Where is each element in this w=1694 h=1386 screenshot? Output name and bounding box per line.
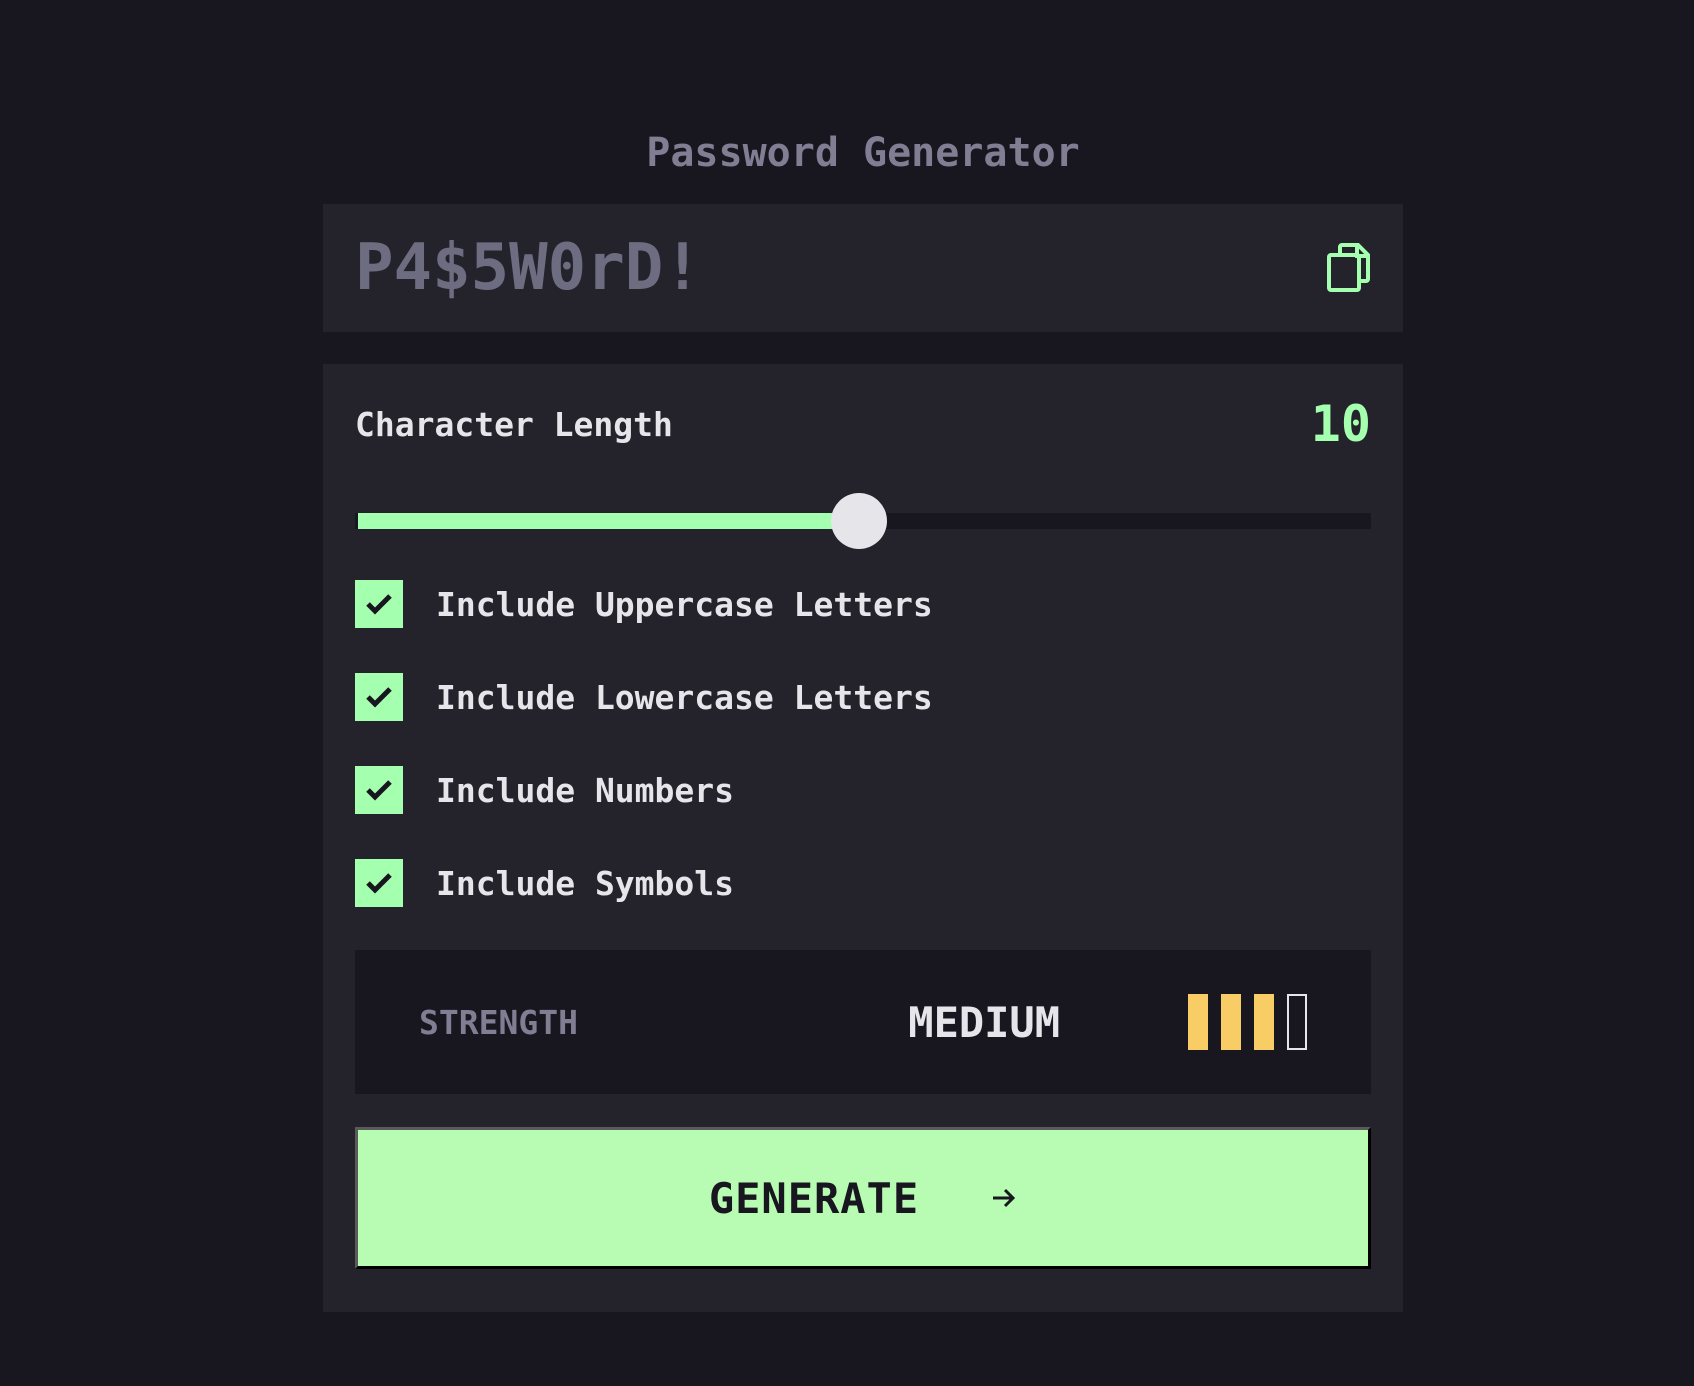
- options-panel: Character Length 10 Include Uppercase Le…: [323, 364, 1403, 1312]
- generate-button[interactable]: GENERATE: [355, 1127, 1371, 1269]
- page-title: Password Generator: [646, 130, 1080, 176]
- option-label: Include Symbols: [436, 863, 735, 903]
- option-symbols[interactable]: Include Symbols: [355, 859, 1371, 907]
- option-label: Include Uppercase Letters: [436, 584, 933, 624]
- checkbox-lowercase[interactable]: [355, 673, 403, 721]
- strength-bars: [1188, 994, 1307, 1050]
- length-label: Character Length: [355, 404, 673, 444]
- slider-thumb[interactable]: [831, 493, 887, 549]
- option-numbers[interactable]: Include Numbers: [355, 766, 1371, 814]
- checkbox-numbers[interactable]: [355, 766, 403, 814]
- option-lowercase[interactable]: Include Lowercase Letters: [355, 673, 1371, 721]
- options-list: Include Uppercase Letters Include Lowerc…: [355, 580, 1371, 907]
- checkbox-uppercase[interactable]: [355, 580, 403, 628]
- length-value: 10: [1310, 395, 1371, 453]
- strength-label: STRENGTH: [419, 1002, 578, 1042]
- length-slider[interactable]: [355, 492, 1371, 549]
- strength-bar: [1287, 994, 1307, 1050]
- check-icon: [366, 594, 392, 615]
- option-label: Include Lowercase Letters: [436, 677, 933, 717]
- strength-bar: [1254, 994, 1274, 1050]
- generate-label: GENERATE: [708, 1173, 920, 1223]
- arrow-right-icon: [991, 1185, 1017, 1211]
- check-icon: [366, 687, 392, 708]
- length-row: Character Length 10: [355, 395, 1371, 453]
- option-uppercase[interactable]: Include Uppercase Letters: [355, 580, 1371, 628]
- option-label: Include Numbers: [436, 770, 735, 810]
- check-icon: [366, 873, 392, 894]
- strength-bar: [1188, 994, 1208, 1050]
- slider-fill: [358, 513, 862, 529]
- password-display: P4$5W0rD!: [323, 204, 1403, 332]
- check-icon: [366, 780, 392, 801]
- strength-bar: [1221, 994, 1241, 1050]
- password-generator-app: Password Generator P4$5W0rD! Character L…: [323, 128, 1403, 1312]
- copy-icon: [1327, 243, 1370, 292]
- strength-meter: STRENGTH MEDIUM: [355, 950, 1371, 1094]
- strength-value: MEDIUM: [908, 997, 1060, 1047]
- checkbox-symbols[interactable]: [355, 859, 403, 907]
- password-output: P4$5W0rD!: [355, 231, 702, 305]
- copy-button[interactable]: [1325, 242, 1371, 294]
